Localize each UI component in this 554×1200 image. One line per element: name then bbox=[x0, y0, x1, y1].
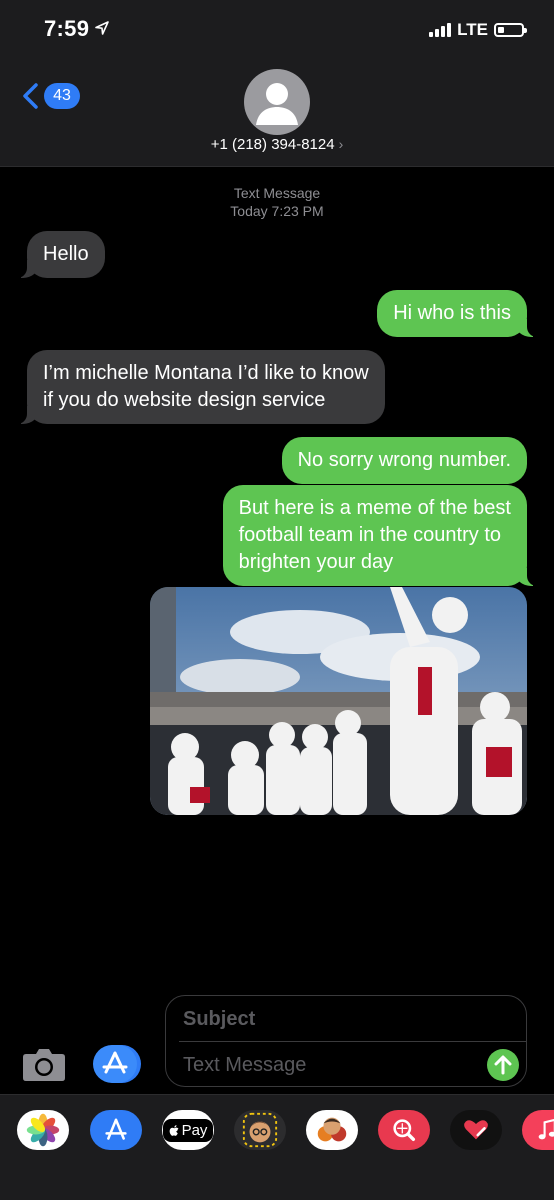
status-time: 7:59 bbox=[44, 16, 90, 41]
outgoing-message-bubble[interactable]: Hi who is this bbox=[377, 290, 537, 337]
status-indicators: LTE bbox=[429, 20, 527, 40]
camera-icon bbox=[23, 1049, 65, 1081]
unread-count-badge: 43 bbox=[44, 83, 80, 109]
digital-touch-button[interactable] bbox=[450, 1110, 502, 1150]
incoming-message-bubble[interactable]: I’m michelle Montana I’d like to know if… bbox=[17, 350, 385, 424]
memoji-button[interactable] bbox=[234, 1110, 286, 1150]
subject-field[interactable]: Subject bbox=[183, 1008, 255, 1031]
message-text-line: football team in the country to bbox=[238, 524, 501, 546]
apple-logo-icon bbox=[169, 1124, 179, 1136]
outgoing-message-bubble[interactable]: But here is a meme of the best football … bbox=[222, 485, 538, 586]
message-text-line: I’m michelle Montana I’d like to know bbox=[43, 362, 369, 384]
back-button[interactable]: 43 bbox=[20, 82, 80, 110]
photos-app-icon bbox=[26, 1113, 60, 1147]
conversation-header: 7:59 LTE 43 +1 (218) 394-8124 › bbox=[0, 0, 554, 167]
football-team-huddle-photo bbox=[150, 587, 527, 815]
cell-signal-icon bbox=[429, 23, 452, 37]
chevron-right-icon: › bbox=[338, 136, 344, 152]
send-button[interactable] bbox=[487, 1049, 519, 1081]
contact-name-button[interactable]: +1 (218) 394-8124 › bbox=[0, 136, 554, 153]
web-search-icon bbox=[393, 1119, 416, 1142]
home-indicator-area bbox=[0, 1168, 554, 1200]
photos-app-button[interactable] bbox=[17, 1110, 69, 1150]
image-attachment[interactable] bbox=[150, 587, 527, 815]
location-arrow-icon bbox=[95, 21, 109, 35]
app-store-icon bbox=[93, 1045, 141, 1083]
apple-pay-label: Pay bbox=[181, 1121, 208, 1139]
app-store-button[interactable] bbox=[93, 1045, 141, 1083]
memoji-icon bbox=[242, 1112, 278, 1148]
message-service-label: Text Message bbox=[233, 185, 321, 201]
chevron-left-icon bbox=[23, 83, 38, 109]
message-text: Hello bbox=[43, 243, 89, 265]
contact-number: +1 (218) 394-8124 bbox=[210, 136, 335, 153]
imessage-app-strip: Pay bbox=[0, 1094, 554, 1169]
person-icon bbox=[256, 83, 298, 125]
arrow-up-icon bbox=[494, 1055, 512, 1075]
memoji-stickers-button[interactable] bbox=[306, 1110, 358, 1150]
message-text-line: if you do website design service bbox=[43, 389, 326, 411]
message-timestamp: Today 7:23 PM bbox=[230, 203, 324, 219]
app-store-icon bbox=[105, 1118, 127, 1140]
apple-pay-button[interactable]: Pay bbox=[162, 1110, 214, 1150]
message-text-line: But here is a meme of the best bbox=[238, 497, 511, 519]
music-icon bbox=[538, 1118, 554, 1140]
message-text: Hi who is this bbox=[393, 302, 511, 324]
outgoing-message-bubble[interactable]: No sorry wrong number. bbox=[281, 437, 527, 484]
battery-icon bbox=[494, 23, 527, 37]
music-button[interactable] bbox=[522, 1110, 554, 1150]
memoji-stickers-icon bbox=[317, 1117, 347, 1142]
contact-avatar[interactable] bbox=[244, 69, 310, 135]
message-text: No sorry wrong number. bbox=[297, 449, 511, 471]
message-input[interactable] bbox=[183, 1052, 463, 1078]
digital-touch-icon bbox=[464, 1120, 488, 1140]
network-type: LTE bbox=[457, 20, 488, 39]
incoming-message-bubble[interactable]: Hello bbox=[17, 231, 105, 278]
apple-pay-icon: Pay bbox=[162, 1118, 214, 1142]
composer-divider bbox=[179, 1041, 526, 1042]
web-search-button[interactable] bbox=[378, 1110, 430, 1150]
camera-button[interactable] bbox=[22, 1046, 66, 1082]
message-text-line: brighten your day bbox=[238, 551, 394, 573]
app-store-strip-button[interactable] bbox=[90, 1110, 142, 1150]
message-composer[interactable]: Subject bbox=[165, 995, 527, 1087]
